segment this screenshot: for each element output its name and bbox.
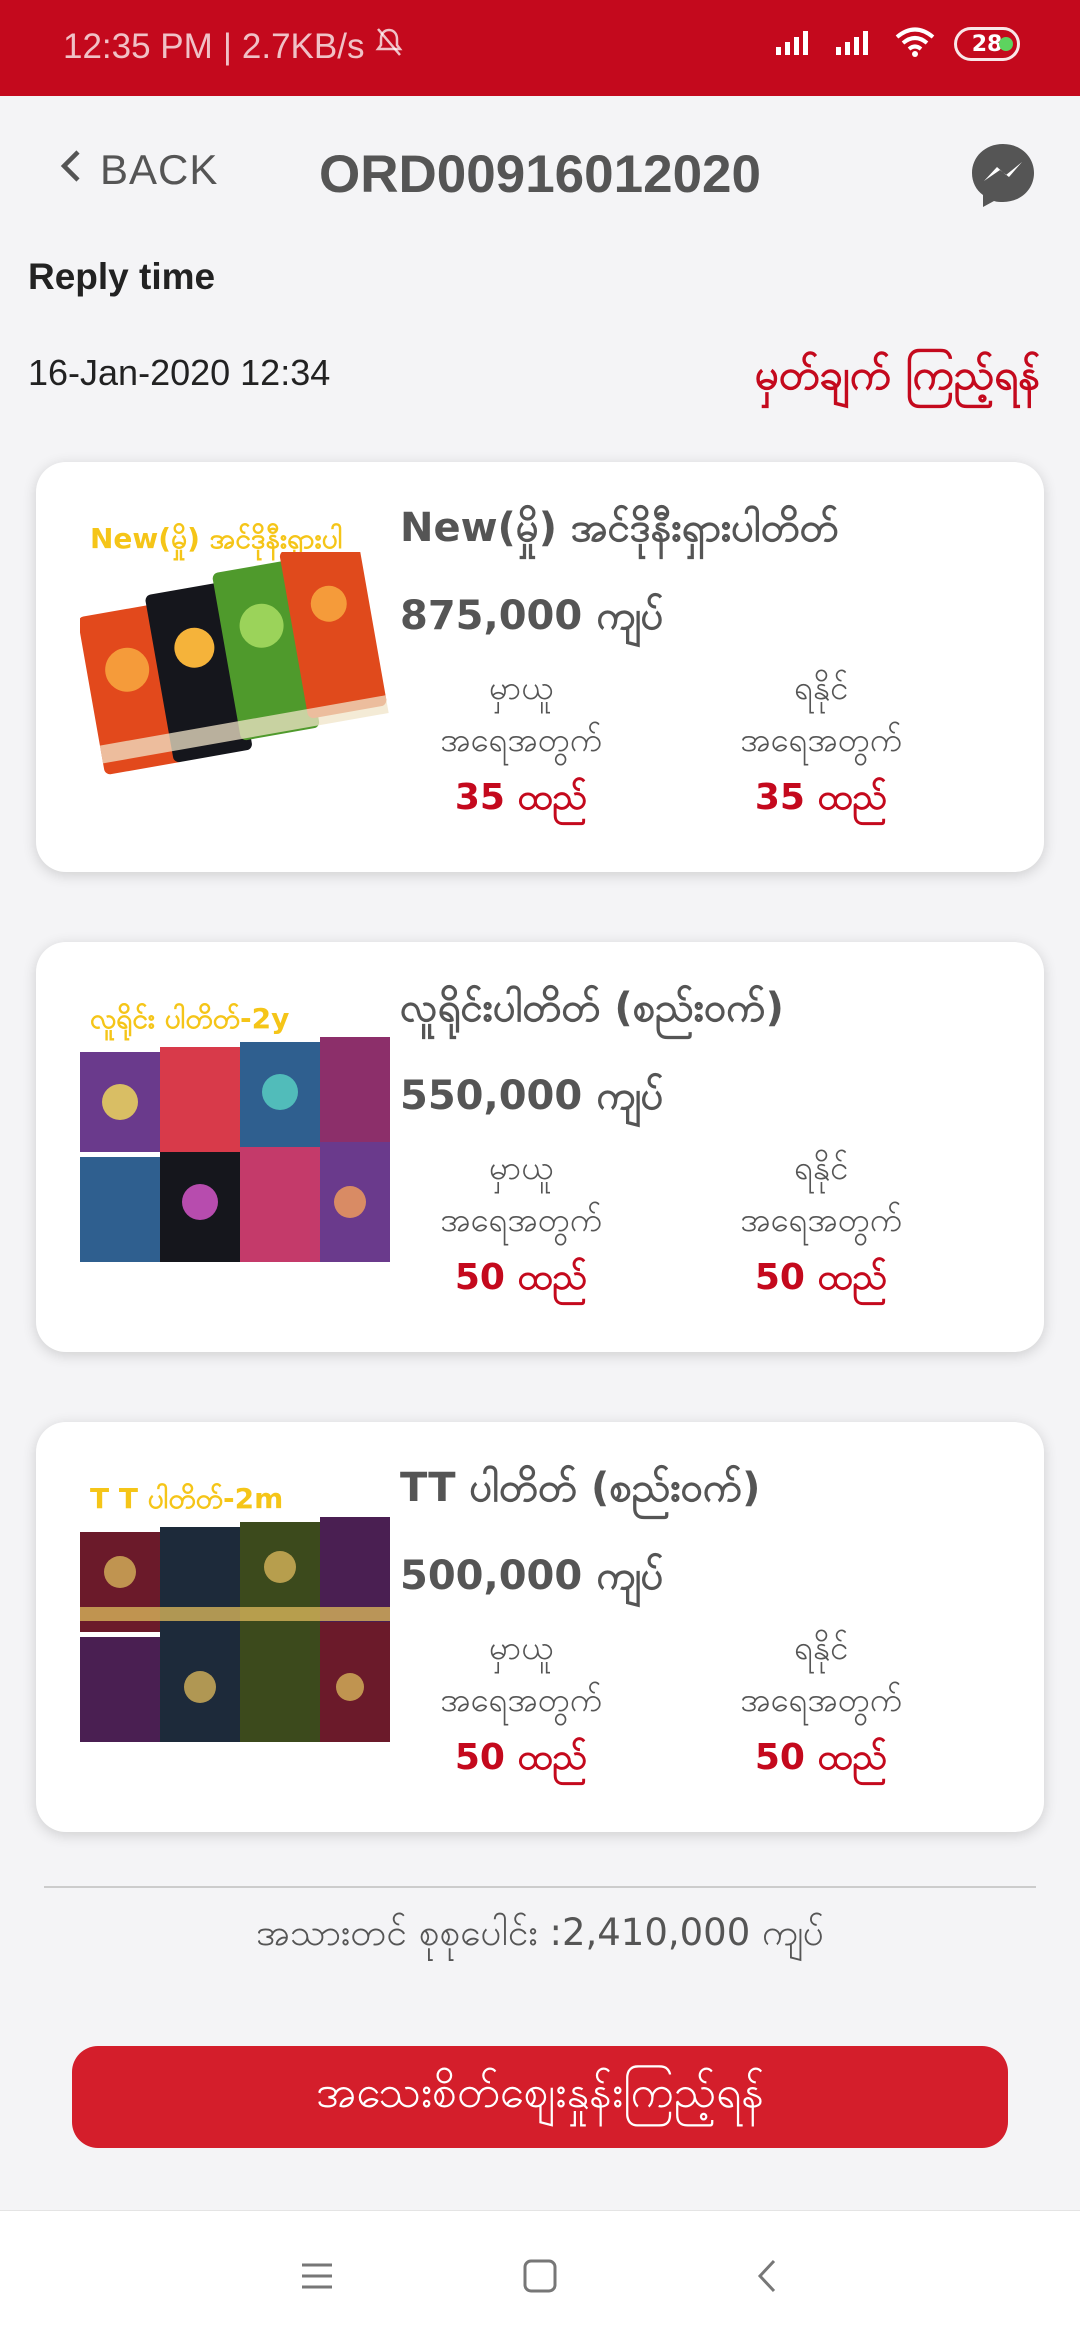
product-image: T T ပါတိတ်-2m bbox=[80, 1472, 390, 1762]
ordered-qty-value: 50 ထည် bbox=[454, 1257, 588, 1298]
product-price: 550,000 ကျပ် bbox=[400, 1073, 664, 1119]
product-name: လူရိုင်းပါတိတ် (စည်းဝက်) bbox=[400, 985, 784, 1031]
available-qty-value: 50 ထည် bbox=[754, 1737, 888, 1778]
view-price-details-button[interactable]: အသေးစိတ်စျေးနှုန်းကြည့်ရန် bbox=[72, 2046, 1008, 2148]
available-label: ရနိုင် bbox=[793, 1628, 849, 1667]
view-remarks-link[interactable]: မှတ်ချက် ကြည့်ရန် bbox=[755, 348, 1041, 410]
wifi-icon bbox=[894, 26, 936, 62]
available-quantity: ရနိုင် အရေအတွက် 50 ထည် bbox=[706, 1142, 936, 1304]
battery-icon: 28 bbox=[954, 27, 1020, 61]
menu-icon[interactable] bbox=[292, 2251, 342, 2301]
available-qty-value: 50 ထည် bbox=[754, 1257, 888, 1298]
ordered-qty-value: 35 ထည် bbox=[454, 777, 588, 818]
status-divider: | bbox=[222, 26, 232, 66]
product-card[interactable]: လူရိုင်း ပါတိတ်-2y လူရိုင်းပါတိတ် (စည်းဝ… bbox=[36, 942, 1044, 1352]
quantity-label: အရေအတွက် bbox=[740, 1680, 902, 1719]
divider bbox=[44, 1886, 1036, 1888]
ordered-label: မှာယူ bbox=[488, 1628, 554, 1667]
messenger-icon[interactable] bbox=[968, 140, 1038, 210]
ordered-quantity: မှာယူ အရေအတွက် 50 ထည် bbox=[406, 1622, 636, 1784]
available-label: ရနိုင် bbox=[793, 668, 849, 707]
signal-icon bbox=[834, 27, 876, 61]
status-time: 12:35 PM bbox=[63, 26, 213, 66]
quantity-label: အရေအတွက် bbox=[440, 720, 602, 759]
quantity-label: အရေအတွက် bbox=[440, 1200, 602, 1239]
available-quantity: ရနိုင် အရေအတွက် 35 ထည် bbox=[706, 662, 936, 824]
quantity-label: အရေအတွက် bbox=[740, 720, 902, 759]
product-image: New(မှို) အင်ဒိုနီးရှားပါ bbox=[80, 512, 390, 802]
status-bar: 12:35 PM | 2.7KB/s 28 bbox=[0, 0, 1080, 96]
product-card[interactable]: New(မှို) အင်ဒိုနီးရှားပါ New(မှို) အင်ဒ… bbox=[36, 462, 1044, 872]
product-card[interactable]: T T ပါတိတ်-2m TT ပါတိတ် (စည်းဝက်) 500,00… bbox=[36, 1422, 1044, 1832]
ordered-qty-value: 50 ထည် bbox=[454, 1737, 588, 1778]
app-header: BACK ORD00916012020 bbox=[0, 96, 1080, 256]
ordered-label: မှာယူ bbox=[488, 668, 554, 707]
battery-level: 28 bbox=[971, 31, 1003, 57]
product-image: လူရိုင်း ပါတိတ်-2y bbox=[80, 992, 390, 1282]
ordered-quantity: မှာယူ အရေအတွက် 50 ထည် bbox=[406, 1142, 636, 1304]
reply-time-label: Reply time bbox=[28, 256, 216, 297]
net-total: အသားတင် စုစုပေါင်း :2,410,000 ကျပ် bbox=[255, 1911, 825, 1954]
network-speed: 2.7KB/s bbox=[241, 26, 365, 66]
home-square-icon[interactable] bbox=[515, 2251, 565, 2301]
back-arrow-icon[interactable] bbox=[743, 2251, 793, 2301]
reply-datetime: 16-Jan-2020 12:34 bbox=[28, 352, 331, 393]
available-qty-value: 35 ထည် bbox=[754, 777, 888, 818]
product-name: New(မှို) အင်ဒိုနီးရှားပါတိတ် bbox=[400, 505, 839, 551]
ordered-quantity: မှာယူ အရေအတွက် 35 ထည် bbox=[406, 662, 636, 824]
available-quantity: ရနိုင် အရေအတွက် 50 ထည် bbox=[706, 1622, 936, 1784]
system-nav-bar bbox=[0, 2210, 1080, 2340]
available-label: ရနိုင် bbox=[793, 1148, 849, 1187]
product-price: 875,000 ကျပ် bbox=[400, 593, 664, 639]
signal-icon bbox=[774, 27, 816, 61]
bell-off-icon bbox=[374, 26, 404, 67]
quantity-label: အရေအတွက် bbox=[440, 1680, 602, 1719]
page-title: ORD00916012020 bbox=[318, 145, 761, 204]
product-price: 500,000 ကျပ် bbox=[400, 1553, 664, 1599]
quantity-label: အရေအတွက် bbox=[740, 1200, 902, 1239]
ordered-label: မှာယူ bbox=[488, 1148, 554, 1187]
product-name: TT ပါတိတ် (စည်းဝက်) bbox=[400, 1465, 761, 1511]
